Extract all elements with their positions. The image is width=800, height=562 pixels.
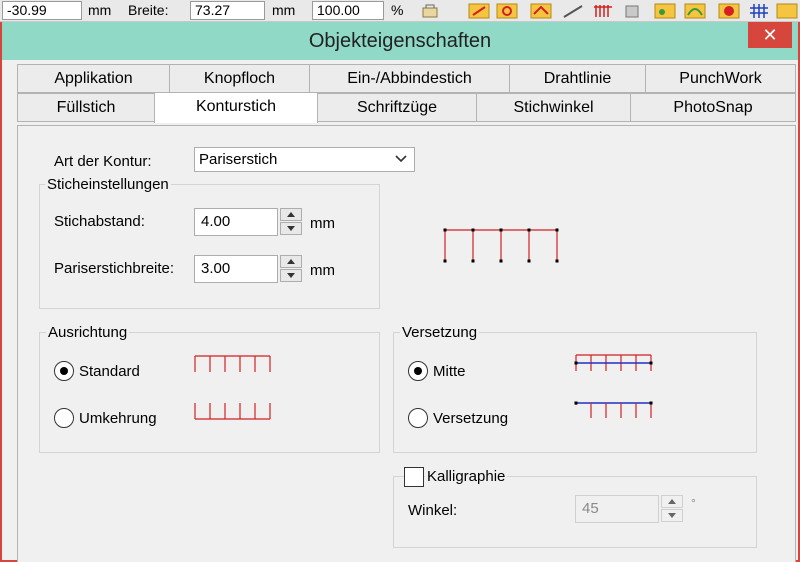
width-up-button[interactable] (280, 255, 302, 268)
contour-type-select[interactable]: Pariserstich (194, 147, 415, 172)
offset-title: Versetzung (400, 324, 480, 341)
alignment-reverse-radio[interactable] (54, 408, 74, 428)
tab-ein-abbindestich[interactable]: Ein-/Abbindestich (309, 64, 510, 93)
chevron-down-icon (394, 149, 408, 169)
spacing-input[interactable]: 4.00 (194, 208, 278, 236)
close-button[interactable]: ✕ (748, 22, 792, 48)
scale-field[interactable]: 100.00 (312, 1, 384, 20)
offset-shift-label[interactable]: Versetzung (433, 410, 508, 427)
width-unit: mm (310, 262, 335, 279)
tab-drahtlinie[interactable]: Drahtlinie (509, 64, 646, 93)
contour-type-label: Art der Kontur: (54, 153, 152, 170)
stitch-tool-icon-3[interactable] (530, 3, 552, 19)
spacing-label: Stichabstand: (54, 213, 145, 230)
angle-stepper[interactable] (661, 495, 683, 523)
position-field[interactable]: -30.99 (2, 1, 82, 20)
offset-center-label[interactable]: Mitte (433, 363, 466, 380)
stitch-tool-icon-7[interactable] (684, 3, 706, 19)
alignment-group (39, 332, 380, 453)
angle-label: Winkel: (408, 502, 458, 519)
alignment-title: Ausrichtung (46, 324, 130, 341)
spacing-up-button[interactable] (280, 208, 302, 221)
alignment-standard-label[interactable]: Standard (79, 363, 140, 380)
position-unit: mm (88, 2, 112, 18)
calligraphy-checkbox[interactable] (404, 467, 424, 487)
tab-konturstich[interactable]: Konturstich (154, 92, 318, 123)
stitch-settings-title: Sticheinstellungen (45, 176, 171, 193)
offset-group (393, 332, 757, 453)
calligraphy-label[interactable]: Kalligraphie (425, 468, 508, 485)
width-down-button[interactable] (280, 269, 302, 282)
object-properties-dialog: Objekteigenschaften ✕ Applikation Knopfl… (0, 22, 800, 562)
alignment-reverse-preview (194, 403, 271, 420)
offset-shift-radio[interactable] (408, 408, 428, 428)
alignment-standard-preview (194, 355, 271, 372)
angle-up-button[interactable] (661, 495, 683, 508)
dialog-title: Objekteigenschaften (308, 30, 492, 52)
width-label: Breite: (128, 2, 169, 18)
width-field[interactable]: 73.27 (190, 1, 265, 20)
spacing-down-button[interactable] (280, 222, 302, 235)
stitch-tool-icon-9[interactable] (776, 3, 798, 19)
top-toolbar: -30.99 mm Breite: 73.27 mm 100.00 % (0, 0, 800, 22)
width-stepper[interactable] (280, 255, 302, 283)
stitch-tool-icon-1[interactable] (468, 3, 490, 19)
offset-shift-preview (574, 401, 653, 418)
lock-ratio-icon[interactable] (420, 3, 442, 19)
title-bar[interactable]: Objekteigenschaften ✕ (2, 22, 798, 60)
percent-sign: % (391, 2, 404, 18)
tab-applikation[interactable]: Applikation (17, 64, 170, 93)
stitch-tool-icon-6[interactable] (654, 3, 676, 19)
pariserstich-preview (443, 228, 559, 263)
tab-knopfloch[interactable]: Knopfloch (169, 64, 310, 93)
tab-schriftzuege[interactable]: Schriftzüge (317, 93, 477, 122)
spacing-unit: mm (310, 215, 335, 232)
tab-photosnap[interactable]: PhotoSnap (630, 93, 796, 122)
tab-punchwork[interactable]: PunchWork (645, 64, 796, 93)
satin-stitch-icon[interactable] (592, 3, 614, 19)
contour-type-value: Pariserstich (199, 151, 278, 168)
alignment-standard-radio[interactable] (54, 361, 74, 381)
alignment-reverse-label[interactable]: Umkehrung (79, 410, 157, 427)
angle-input[interactable]: 45 (575, 495, 659, 523)
stitch-tool-icon-2[interactable] (496, 3, 518, 19)
spacing-stepper[interactable] (280, 208, 302, 236)
offset-center-preview (574, 354, 653, 371)
tab-fuellstich[interactable]: Füllstich (17, 93, 155, 122)
angle-unit: ° (691, 496, 696, 510)
stitch-tool-icon-5[interactable] (622, 3, 644, 19)
width-input[interactable]: 3.00 (194, 255, 278, 283)
width-label: Pariserstichbreite: (54, 260, 175, 277)
angle-down-button[interactable] (661, 509, 683, 522)
stitch-settings-group (39, 184, 380, 309)
offset-center-radio[interactable] (408, 361, 428, 381)
stitch-tool-icon-4[interactable] (562, 3, 584, 19)
width-unit: mm (272, 2, 296, 18)
crosshatch-icon[interactable] (748, 3, 770, 19)
stitch-tool-icon-8[interactable] (718, 3, 740, 19)
tab-stichwinkel[interactable]: Stichwinkel (476, 93, 631, 122)
